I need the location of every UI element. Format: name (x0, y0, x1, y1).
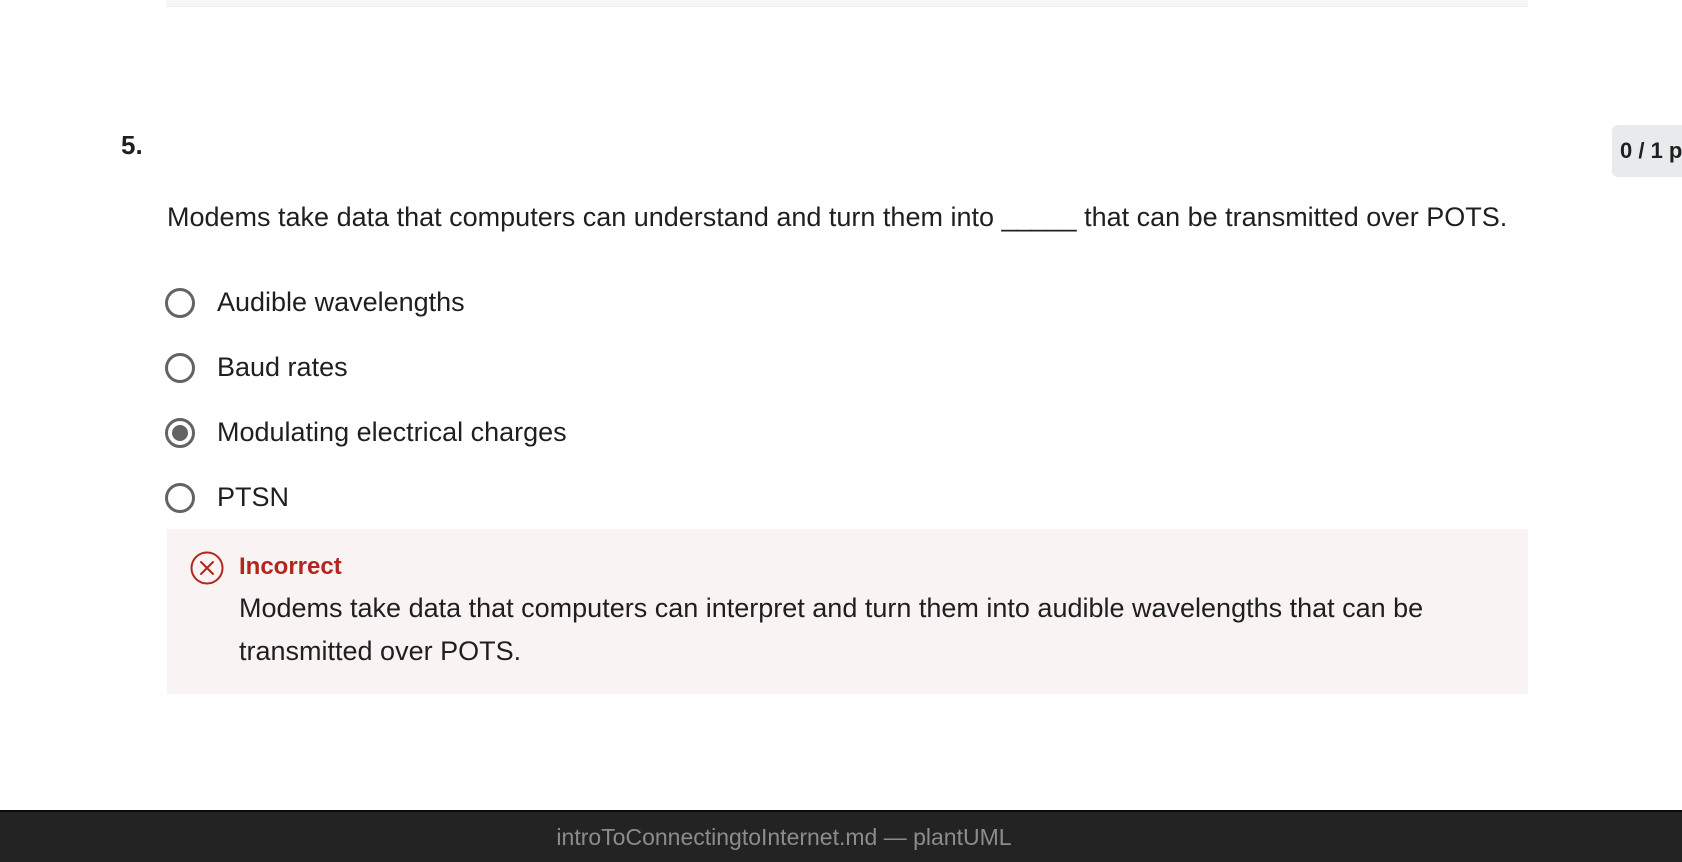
x-circle-icon (190, 551, 224, 585)
window-title: introToConnectingtoInternet.md — plantUM… (556, 824, 1012, 850)
option-audible-wavelengths[interactable]: Audible wavelengths (165, 270, 567, 335)
radio-dot (172, 424, 188, 441)
radio-button[interactable] (165, 287, 195, 318)
answer-options: Audible wavelengths Baud rates Modulatin… (165, 270, 567, 530)
radio-button-selected[interactable] (165, 417, 195, 448)
points-badge: 0 / 1 p (1612, 125, 1682, 177)
window-status-bar: introToConnectingtoInternet.md — plantUM… (0, 810, 1682, 862)
feedback-panel: Incorrect Modems take data that computer… (167, 529, 1528, 694)
feedback-message: Modems take data that computers can inte… (239, 593, 1424, 666)
option-modulating-electrical-charges[interactable]: Modulating electrical charges (165, 400, 567, 465)
option-baud-rates[interactable]: Baud rates (165, 335, 567, 400)
option-ptsn[interactable]: PTSN (165, 465, 567, 530)
question-prompt: Modems take data that computers can unde… (167, 202, 1508, 232)
radio-button[interactable] (165, 482, 195, 513)
option-label: PTSN (217, 482, 290, 512)
option-label: Audible wavelengths (217, 287, 465, 317)
question-number: 5. (121, 130, 143, 160)
previous-question-card-edge (166, 0, 1528, 7)
radio-button[interactable] (165, 352, 195, 383)
option-label: Modulating electrical charges (217, 417, 567, 447)
feedback-status: Incorrect (239, 553, 342, 580)
option-label: Baud rates (217, 352, 348, 382)
